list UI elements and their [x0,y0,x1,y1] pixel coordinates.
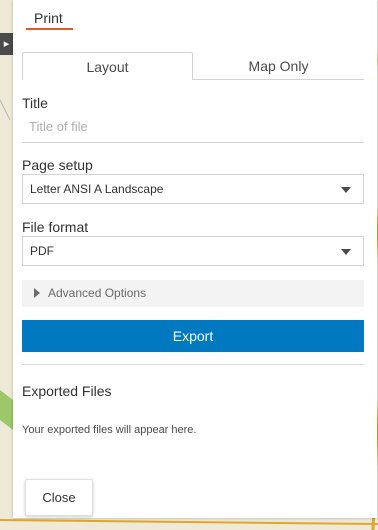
title-label: Title [22,95,48,111]
exported-files-heading: Exported Files [22,383,112,399]
export-button[interactable]: Export [22,320,364,352]
file-format-select[interactable]: PDF [22,236,364,266]
page-setup-value: Letter ANSI A Landscape [30,182,164,196]
print-panel: Print Layout Map Only Title Title of fil… [13,0,377,518]
print-tabs: Layout Map Only [22,52,364,81]
exported-files-empty-message: Your exported files will appear here. [22,424,197,436]
title-placeholder: Title of file [29,119,88,134]
page-setup-label: Page setup [22,157,93,173]
tab-map-only[interactable]: Map Only [193,52,364,80]
panel-title-underline [26,28,73,30]
title-input[interactable]: Title of file [22,115,364,143]
panel-title: Print [34,10,63,26]
caret-down-icon [341,249,351,255]
caret-down-icon [341,187,351,193]
collapse-panel-button[interactable]: ▸ [0,33,13,55]
close-button[interactable]: Close [25,479,93,516]
triangle-right-icon [34,288,40,298]
divider [22,364,364,365]
advanced-options-toggle[interactable]: Advanced Options [22,280,364,307]
advanced-options-label: Advanced Options [48,286,147,300]
tab-layout[interactable]: Layout [22,52,193,80]
page-setup-select[interactable]: Letter ANSI A Landscape [22,174,364,204]
file-format-label: File format [22,219,89,235]
chevron-right-icon: ▸ [3,38,10,50]
file-format-value: PDF [30,244,54,258]
